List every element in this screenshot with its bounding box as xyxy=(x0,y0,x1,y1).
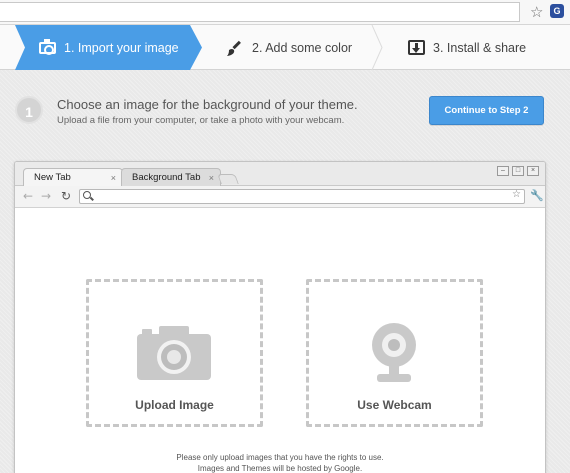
step-label: 2. Add some color xyxy=(252,40,353,55)
step-add-color[interactable]: 2. Add some color xyxy=(226,25,352,70)
close-icon: × xyxy=(208,173,214,183)
wrench-icon: 🔧 xyxy=(530,189,544,202)
minimize-icon: – xyxy=(497,166,509,176)
search-icon xyxy=(83,191,91,199)
hosting-notice: Images and Themes will be hosted by Goog… xyxy=(197,464,363,473)
preview-toolbar: ← → ↻ ☆ 🔧 xyxy=(15,186,545,208)
address-bar[interactable] xyxy=(0,2,520,22)
back-icon: ← xyxy=(23,189,34,203)
preview-tab-new-tab: New Tab × xyxy=(23,168,123,186)
steps-bar: 1. Import your image 2. Add some color 3… xyxy=(0,25,570,70)
paintbrush-icon xyxy=(227,40,241,56)
camera-icon xyxy=(137,326,211,380)
camera-icon xyxy=(39,38,56,55)
use-webcam-label: Use Webcam xyxy=(357,398,432,412)
step-label: 3. Install & share xyxy=(433,40,527,55)
webcam-icon xyxy=(372,323,416,382)
upload-image-option[interactable]: Upload Image xyxy=(86,279,263,427)
step-divider-chevron xyxy=(371,25,383,70)
maximize-icon: □ xyxy=(512,166,524,176)
new-tab-button xyxy=(217,174,239,184)
tab-label: New Tab xyxy=(34,172,71,183)
browser-preview-window: New Tab × Background Tab × – □ × ← → ↻ ☆… xyxy=(14,161,546,473)
step-label: 1. Import your image xyxy=(64,40,179,55)
reload-icon: ↻ xyxy=(61,189,72,203)
step-number-badge: 1 xyxy=(15,96,43,124)
install-icon xyxy=(408,40,425,55)
step-import-image[interactable]: 1. Import your image xyxy=(15,25,202,70)
star-icon: ☆ xyxy=(512,189,521,200)
step-install-share[interactable]: 3. Install & share xyxy=(408,25,526,70)
use-webcam-option[interactable]: Use Webcam xyxy=(306,279,483,427)
instruction-headline: Choose an image for the background of yo… xyxy=(57,97,358,112)
browser-toolbar: ☆ G xyxy=(0,0,570,25)
tab-label: Background Tab xyxy=(132,172,201,183)
continue-button[interactable]: Continue to Step 2 xyxy=(429,96,544,125)
upload-image-label: Upload Image xyxy=(135,398,214,412)
window-close-icon: × xyxy=(527,166,539,176)
preview-omnibox: ☆ xyxy=(79,189,525,204)
forward-icon: → xyxy=(41,189,52,203)
extension-icon[interactable]: G xyxy=(550,4,564,18)
close-icon: × xyxy=(110,173,116,183)
bookmark-star-icon[interactable]: ☆ xyxy=(530,3,543,21)
preview-tab-background: Background Tab × xyxy=(121,168,221,186)
rights-notice: Please only upload images that you have … xyxy=(176,453,384,462)
preview-tabstrip: New Tab × Background Tab × – □ × xyxy=(15,162,545,186)
instruction-subline: Upload a file from your computer, or tak… xyxy=(57,115,345,126)
